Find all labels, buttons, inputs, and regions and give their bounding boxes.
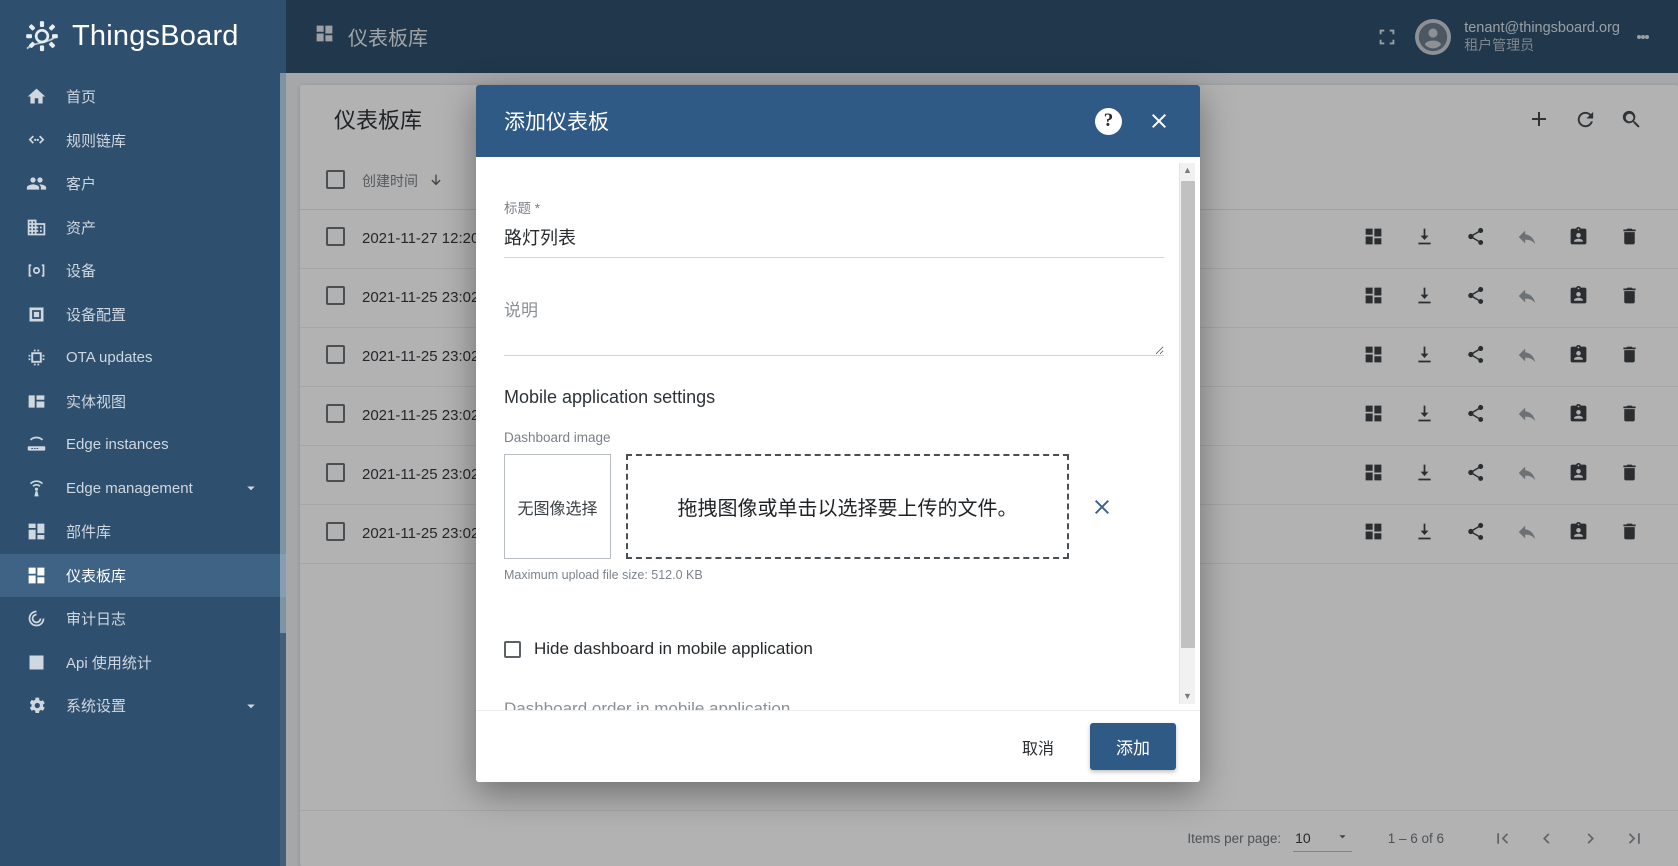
scroll-up-icon[interactable]: ▲ bbox=[1183, 163, 1192, 178]
sidebar-item-label: 部件库 bbox=[66, 524, 112, 542]
sidebar-item-label: OTA updates bbox=[66, 349, 153, 367]
chevron-down-icon[interactable] bbox=[242, 697, 260, 715]
sidebar-item-label: 仪表板库 bbox=[66, 567, 127, 585]
sidebar-item-label: 规则链库 bbox=[66, 132, 127, 150]
ota-updates-icon bbox=[24, 346, 48, 370]
sidebar-item-entity-views[interactable]: 实体视图 bbox=[0, 380, 286, 424]
device-profile-icon bbox=[24, 302, 48, 326]
sidebar: ThingsBoard 首页 规则链库 客户 资产 设备 设备配置 OTA up… bbox=[0, 0, 286, 866]
sidebar-item-label: 客户 bbox=[66, 176, 97, 194]
edge-instances-icon bbox=[24, 433, 48, 457]
thingsboard-app: ThingsBoard 首页 规则链库 客户 资产 设备 设备配置 OTA up… bbox=[0, 0, 1678, 866]
widgets-library-icon bbox=[24, 520, 48, 544]
title-field-label: 标题 * bbox=[504, 201, 541, 216]
sidebar-item-label: Edge management bbox=[66, 479, 193, 497]
sidebar-item-edge-instances[interactable]: Edge instances bbox=[0, 423, 286, 467]
dashboard-order-group bbox=[504, 697, 1164, 710]
dashboards-icon bbox=[24, 563, 48, 587]
dialog-body: 标题 * Mobile application settings Dashboa… bbox=[476, 157, 1200, 710]
sidebar-item-ota-updates[interactable]: OTA updates bbox=[0, 336, 286, 380]
sidebar-item-label: 资产 bbox=[66, 219, 97, 237]
sidebar-item-label: Edge instances bbox=[66, 436, 169, 454]
dashboard-image-upload: 无图像选择 拖拽图像或单击以选择要上传的文件。 bbox=[504, 454, 1152, 559]
dialog-title: 添加仪表板 bbox=[504, 111, 609, 134]
sidebar-item-label: 实体视图 bbox=[66, 393, 127, 411]
api-usage-icon bbox=[24, 650, 48, 674]
scrollbar-thumb[interactable] bbox=[1180, 181, 1195, 648]
mobile-settings-title: Mobile application settings bbox=[504, 387, 716, 407]
sidebar-item-label: Api 使用统计 bbox=[66, 654, 152, 672]
sidebar-item-rule-chains[interactable]: 规则链库 bbox=[0, 119, 286, 163]
sidebar-item-label: 审计日志 bbox=[66, 611, 127, 629]
sidebar-item-audit-logs[interactable]: 审计日志 bbox=[0, 597, 286, 641]
devices-icon bbox=[24, 259, 48, 283]
sidebar-item-label: 首页 bbox=[66, 89, 97, 107]
thingsboard-logo-icon bbox=[22, 17, 62, 57]
chevron-down-icon[interactable] bbox=[242, 479, 260, 497]
brand-name: ThingsBoard bbox=[72, 20, 239, 52]
sidebar-item-devices[interactable]: 设备 bbox=[0, 249, 286, 293]
sidebar-item-dashboards[interactable]: 仪表板库 bbox=[0, 553, 286, 597]
hide-dashboard-checkbox-row[interactable]: Hide dashboard in mobile application bbox=[504, 639, 1152, 659]
sidebar-item-assets[interactable]: 资产 bbox=[0, 206, 286, 250]
sidebar-item-label: 设备 bbox=[66, 263, 97, 281]
sidebar-nav: 首页 规则链库 客户 资产 设备 设备配置 OTA updates 实体视图 E… bbox=[0, 73, 286, 866]
dashboard-image-label: Dashboard image bbox=[504, 430, 611, 445]
audit-logs-icon bbox=[24, 607, 48, 631]
title-input[interactable] bbox=[504, 224, 1164, 258]
image-dropzone[interactable]: 拖拽图像或单击以选择要上传的文件。 bbox=[626, 454, 1069, 559]
dialog-header: 添加仪表板 ? bbox=[476, 85, 1200, 157]
sidebar-item-api-usage[interactable]: Api 使用统计 bbox=[0, 641, 286, 685]
sidebar-item-label: 设备配置 bbox=[66, 306, 127, 324]
customers-icon bbox=[24, 172, 48, 196]
sidebar-item-device-profiles[interactable]: 设备配置 bbox=[0, 293, 286, 337]
sidebar-item-customers[interactable]: 客户 bbox=[0, 162, 286, 206]
description-field-group bbox=[504, 292, 1164, 361]
home-icon bbox=[24, 85, 48, 109]
entity-views-icon bbox=[24, 389, 48, 413]
rule-chain-icon bbox=[24, 128, 48, 152]
sidebar-item-widgets-library[interactable]: 部件库 bbox=[0, 510, 286, 554]
brand-logo[interactable]: ThingsBoard bbox=[0, 0, 286, 73]
cancel-button[interactable]: 取消 bbox=[1000, 725, 1076, 769]
sidebar-item-label: 系统设置 bbox=[66, 698, 127, 716]
assets-icon bbox=[24, 215, 48, 239]
description-textarea[interactable] bbox=[504, 292, 1164, 356]
dashboard-order-input[interactable] bbox=[504, 697, 1164, 710]
hide-dashboard-label: Hide dashboard in mobile application bbox=[534, 639, 813, 658]
clear-image-button[interactable] bbox=[1084, 454, 1120, 559]
add-button[interactable]: 添加 bbox=[1090, 723, 1176, 770]
max-upload-size-text: Maximum upload file size: 512.0 KB bbox=[504, 568, 703, 582]
add-dashboard-dialog: 添加仪表板 ? 标题 * Mobile application settings… bbox=[476, 85, 1200, 782]
help-icon[interactable]: ? bbox=[1095, 107, 1122, 135]
scroll-down-icon[interactable]: ▼ bbox=[1183, 689, 1192, 704]
no-image-preview: 无图像选择 bbox=[504, 454, 611, 559]
dialog-scrollbar[interactable]: ▲ ▼ bbox=[1179, 163, 1195, 704]
sidebar-item-home[interactable]: 首页 bbox=[0, 75, 286, 119]
edge-management-icon bbox=[24, 476, 48, 500]
sidebar-item-settings[interactable]: 系统设置 bbox=[0, 684, 286, 728]
close-icon[interactable] bbox=[1144, 106, 1174, 136]
dialog-footer: 取消 添加 bbox=[476, 710, 1200, 782]
sidebar-item-edge-management[interactable]: Edge management bbox=[0, 467, 286, 511]
settings-icon bbox=[24, 694, 48, 718]
title-field-group: 标题 * bbox=[504, 197, 1164, 258]
hide-dashboard-checkbox[interactable] bbox=[504, 640, 521, 658]
